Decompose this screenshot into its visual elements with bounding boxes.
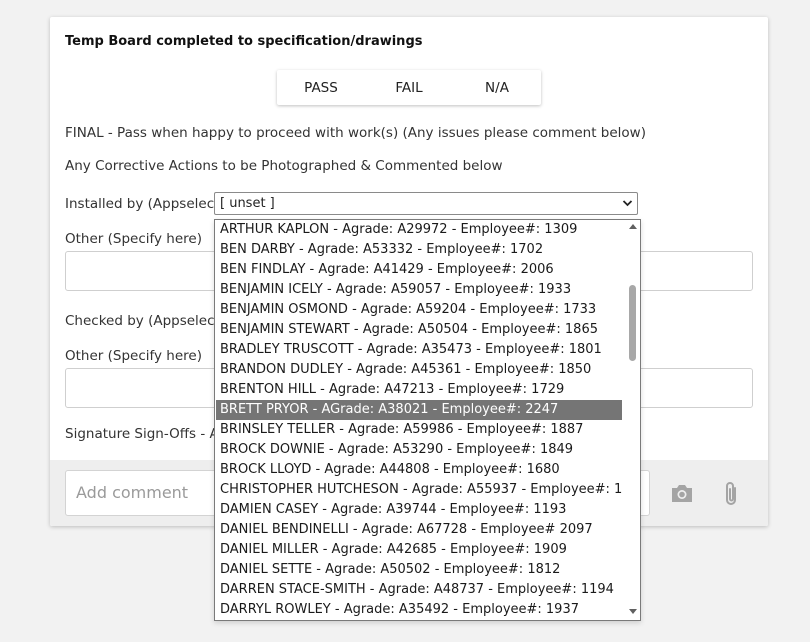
other-installed-label: Other (Specify here): [65, 231, 202, 247]
dropdown-option[interactable]: DANIEL SETTE - Agrade: A50502 - Employee…: [216, 560, 622, 580]
dropdown-option[interactable]: DANIEL MILLER - Agrade: A42685 - Employe…: [216, 540, 622, 560]
signature-label: Signature Sign-Offs - At: [65, 426, 224, 442]
pass-button[interactable]: PASS: [277, 70, 365, 105]
dropdown-option[interactable]: BENJAMIN ICELY - Agrade: A59057 - Employ…: [216, 280, 622, 300]
dropdown-option[interactable]: BROCK DOWNIE - Agrade: A53290 - Employee…: [216, 440, 622, 460]
dropdown-option[interactable]: CHRISTOPHER HUTCHESON - Agrade: A55937 -…: [216, 480, 622, 500]
dropdown-option[interactable]: DARREN STACE-SMITH - Agrade: A48737 - Em…: [216, 580, 622, 600]
dropdown-option[interactable]: ARTHUR KAPLON - Agrade: A29972 - Employe…: [216, 220, 622, 240]
dropdown-option[interactable]: DANIEL BENDINELLI - Agrade: A67728 - Emp…: [216, 520, 622, 540]
scrollbar-thumb[interactable]: [629, 285, 636, 361]
dropdown-scrollbar[interactable]: [626, 220, 639, 620]
dropdown-option[interactable]: BRETT PRYOR - AGrade: A38021 - Employee#…: [216, 400, 622, 420]
camera-icon[interactable]: [670, 482, 694, 508]
dropdown-option[interactable]: BRADLEY TRUSCOTT - Agrade: A35473 - Empl…: [216, 340, 622, 360]
chevron-down-icon: [622, 193, 633, 221]
dropdown-option[interactable]: BEN FINDLAY - Agrade: A41429 - Employee#…: [216, 260, 622, 280]
dropdown-option[interactable]: DAMIEN CASEY - Agrade: A39744 - Employee…: [216, 500, 622, 520]
section-title: Temp Board completed to specification/dr…: [65, 34, 423, 49]
final-instruction: FINAL - Pass when happy to proceed with …: [65, 125, 646, 141]
installed-by-value: [ unset ]: [220, 196, 275, 211]
dropdown-option[interactable]: BENJAMIN OSMOND - Agrade: A59204 - Emplo…: [216, 300, 622, 320]
dropdown-options: ARTHUR KAPLON - Agrade: A29972 - Employe…: [216, 220, 622, 620]
installed-by-select[interactable]: [ unset ]: [214, 192, 638, 215]
dropdown-option[interactable]: BEN DARBY - Agrade: A53332 - Employee#: …: [216, 240, 622, 260]
dropdown-option[interactable]: BENJAMIN STEWART - Agrade: A50504 - Empl…: [216, 320, 622, 340]
scroll-down-arrow-icon[interactable]: [629, 608, 637, 617]
pass-fail-na-toggle: PASS FAIL N/A: [277, 70, 541, 105]
installed-by-dropdown-list[interactable]: ARTHUR KAPLON - Agrade: A29972 - Employe…: [214, 219, 641, 621]
na-button[interactable]: N/A: [453, 70, 541, 105]
dropdown-option[interactable]: BROCK LLOYD - Agrade: A44808 - Employee#…: [216, 460, 622, 480]
fail-button[interactable]: FAIL: [365, 70, 453, 105]
paperclip-icon[interactable]: [722, 480, 740, 512]
dropdown-option[interactable]: BRINSLEY TELLER - Agrade: A59986 - Emplo…: [216, 420, 622, 440]
scroll-up-arrow-icon[interactable]: [629, 222, 637, 231]
installed-by-label: Installed by (Appselec): [65, 196, 220, 212]
checked-by-label: Checked by (Appselec): [65, 313, 220, 329]
corrective-actions-note: Any Corrective Actions to be Photographe…: [65, 158, 503, 174]
dropdown-option[interactable]: BRANDON DUDLEY - Agrade: A45361 - Employ…: [216, 360, 622, 380]
other-checked-label: Other (Specify here): [65, 348, 202, 364]
dropdown-option[interactable]: BRENTON HILL - Agrade: A47213 - Employee…: [216, 380, 622, 400]
dropdown-option[interactable]: DARRYL ROWLEY - Agrade: A35492 - Employe…: [216, 600, 622, 620]
